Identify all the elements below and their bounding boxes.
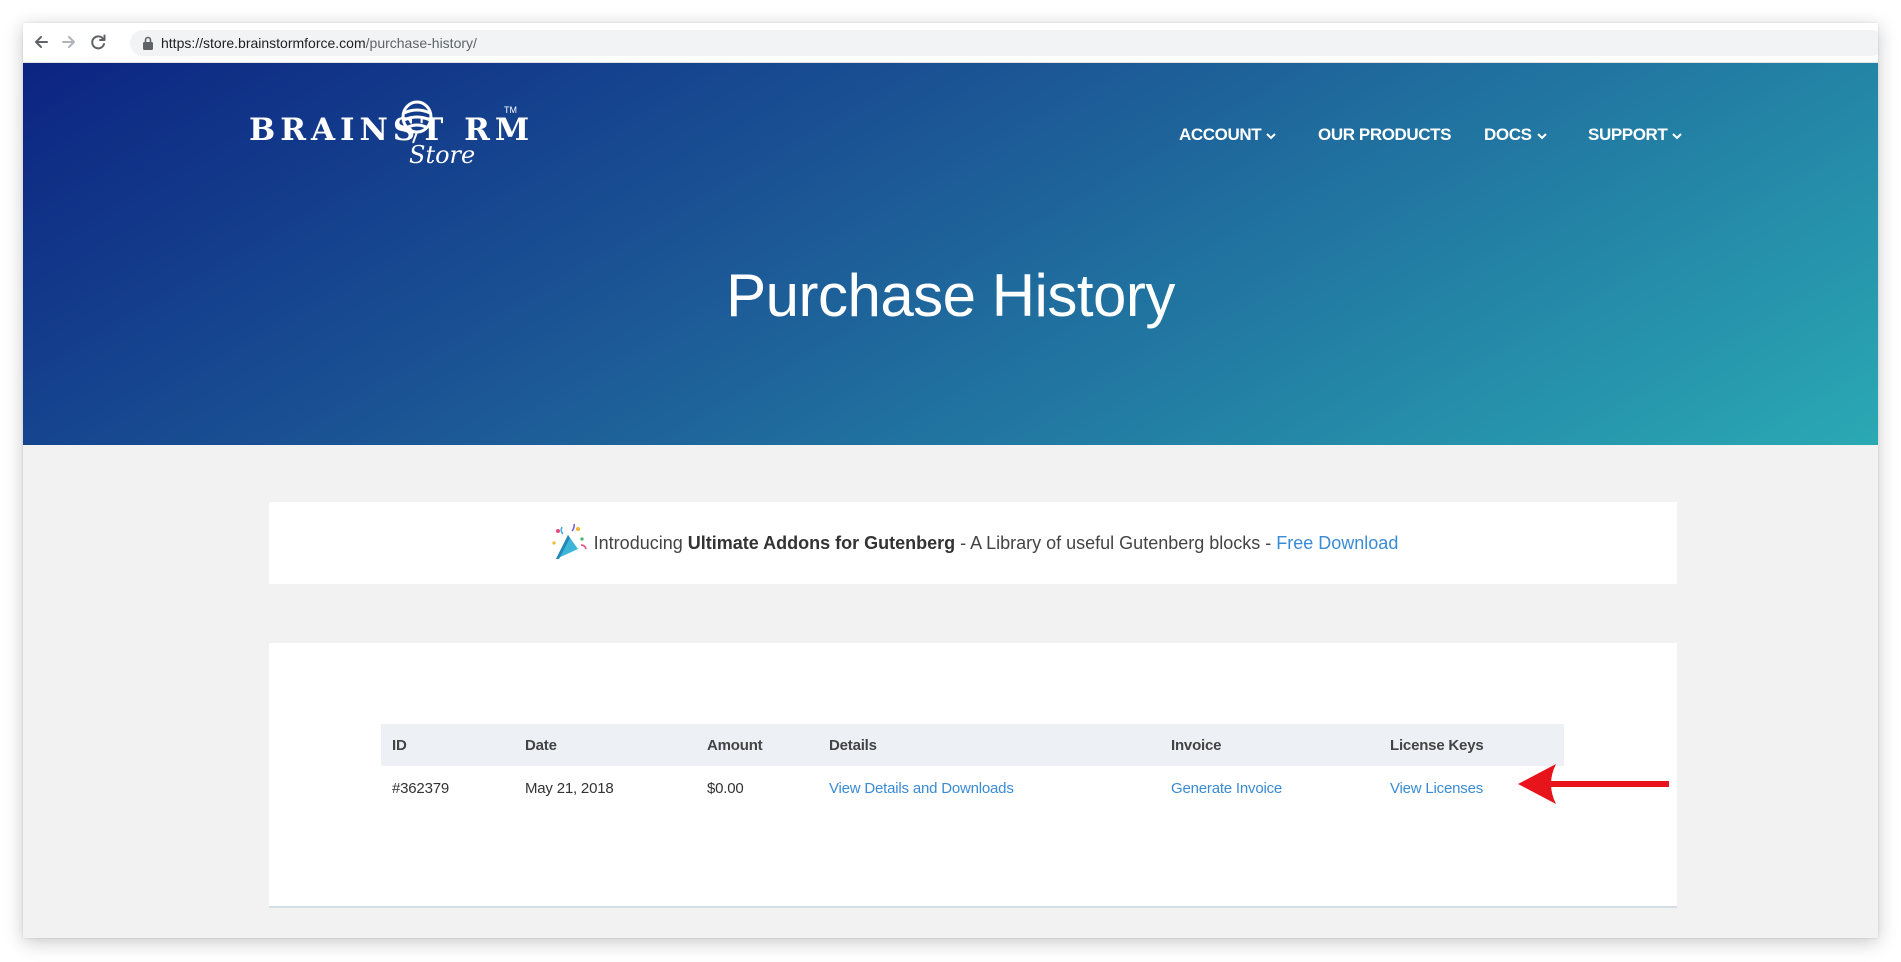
notice-description: - A Library of useful Gutenberg blocks -	[955, 532, 1277, 553]
order-amount: $0.00	[707, 779, 744, 797]
notice-product: Ultimate Addons for Gutenberg	[687, 532, 956, 553]
order-date: May 21, 2018	[525, 779, 614, 797]
nav-our-products-label: OUR PRODUCTS	[1318, 125, 1452, 144]
forward-arrow-icon	[62, 36, 75, 48]
table-header-row: ID Date Amount Details Invoice License K…	[381, 724, 1564, 766]
table-row: #362379 May 21, 2018 $0.00 View Details …	[381, 766, 1564, 810]
column-header-date: Date	[525, 736, 557, 754]
logo-store: Store	[409, 141, 476, 169]
announcement-bar: Introducing Ultimate Addons for Gutenber…	[269, 502, 1677, 584]
logo-trademark: TM	[504, 105, 517, 115]
free-download-link[interactable]: Free Download	[1276, 533, 1398, 554]
red-arrow-icon	[1518, 764, 1669, 804]
brainstorm-store-logo[interactable]: BRAINST RM TM Store	[249, 100, 529, 171]
page-title: Purchase History	[726, 262, 1175, 329]
column-header-license-keys: License Keys	[1390, 736, 1484, 754]
nav-docs[interactable]: DOCS	[1484, 120, 1548, 150]
notice-intro: Introducing	[593, 532, 683, 553]
view-details-link[interactable]: View Details and Downloads	[818, 766, 1160, 810]
browser-window: https://store.brainstormforce.com/purcha…	[23, 23, 1878, 938]
column-header-id: ID	[392, 736, 407, 754]
back-button[interactable]	[30, 31, 52, 53]
logo-brand: BRAINST RM	[249, 112, 535, 148]
url-path: /purchase-history/	[365, 35, 477, 51]
chevron-down-icon	[1536, 132, 1547, 139]
chevron-down-icon	[1672, 132, 1683, 139]
reload-icon	[91, 34, 106, 50]
browser-toolbar: https://store.brainstormforce.com/purcha…	[23, 23, 1878, 63]
nav-our-products[interactable]: OUR PRODUCTS	[1318, 120, 1451, 150]
generate-invoice-link[interactable]: Generate Invoice	[1160, 766, 1379, 810]
back-arrow-icon	[35, 36, 48, 48]
column-header-details: Details	[829, 736, 877, 754]
purchase-history-panel: ID Date Amount Details Invoice License K…	[269, 643, 1677, 908]
forward-button[interactable]	[58, 31, 80, 53]
nav-account[interactable]: ACCOUNT	[1179, 120, 1277, 150]
column-header-amount: Amount	[707, 736, 763, 754]
order-id: #362379	[392, 779, 449, 797]
address-bar[interactable]: https://store.brainstormforce.com/purcha…	[130, 30, 1878, 56]
nav-account-label: ACCOUNT	[1179, 125, 1262, 144]
nav-support[interactable]: SUPPORT	[1588, 120, 1683, 150]
url-host: https://store.brainstormforce.com	[161, 35, 366, 51]
purchase-history-table: ID Date Amount Details Invoice License K…	[381, 724, 1564, 810]
chevron-down-icon	[1266, 132, 1276, 139]
column-header-invoice: Invoice	[1171, 736, 1222, 754]
lock-icon	[143, 36, 153, 50]
page-header: BRAINST RM TM Store ACCOUNT OUR PRODUCTS…	[23, 63, 1878, 445]
nav-support-label: SUPPORT	[1588, 125, 1668, 144]
nav-docs-label: DOCS	[1484, 125, 1532, 144]
party-popper-icon	[552, 523, 587, 559]
balloon-swirl-icon	[401, 100, 433, 144]
reload-button[interactable]	[87, 31, 109, 53]
url-text: https://store.brainstormforce.com/purcha…	[161, 30, 477, 56]
